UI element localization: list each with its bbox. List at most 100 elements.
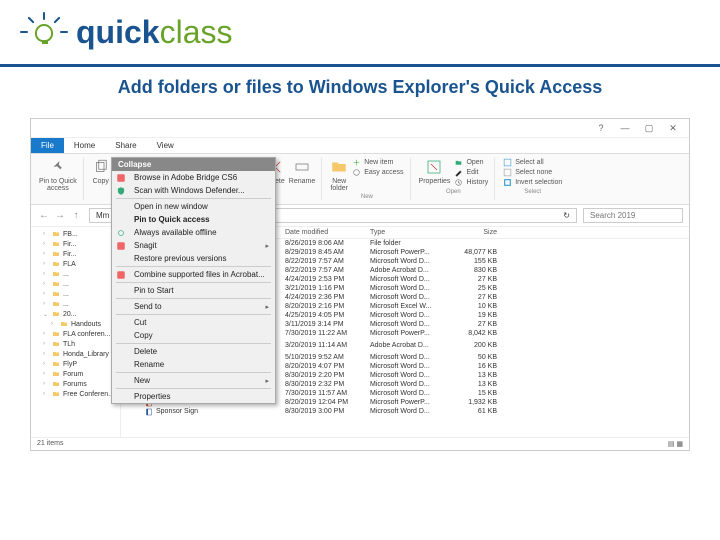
edit-button[interactable]: Edit	[454, 168, 488, 177]
tab-view[interactable]: View	[147, 138, 184, 153]
history-button[interactable]: History	[454, 178, 488, 187]
select-all-button[interactable]: Select all	[503, 158, 562, 167]
sidebar-item[interactable]: ›...	[31, 299, 120, 309]
context-menu-item[interactable]: Pin to Quick access	[112, 213, 275, 226]
sidebar-item-label: Forums	[63, 381, 87, 388]
ribbon-tabs: File Home Share View	[31, 138, 689, 154]
sidebar-item[interactable]: ⌄20...	[31, 309, 120, 319]
help-button[interactable]: ?	[589, 121, 613, 135]
context-menu-item[interactable]: Restore previous versions	[112, 252, 275, 265]
new-folder-button[interactable]: New folder	[330, 158, 348, 192]
context-menu-item[interactable]: Copy	[112, 329, 275, 342]
file-row[interactable]: Sponsor Sign8/30/2019 3:00 PMMicrosoft W…	[121, 407, 689, 416]
col-date-header[interactable]: Date modified	[281, 229, 366, 236]
context-menu-item[interactable]: Scan with Windows Defender...	[112, 184, 275, 197]
sidebar-item[interactable]: ›FLA	[31, 259, 120, 269]
submenu-arrow-icon: ▸	[265, 377, 269, 385]
context-menu-item[interactable]: Snagit▸	[112, 239, 275, 252]
sidebar-item[interactable]: ›...	[31, 289, 120, 299]
expand-icon: ›	[43, 231, 49, 237]
file-type: Microsoft PowerP...	[366, 249, 451, 256]
file-type: Adobe Acrobat D...	[366, 342, 451, 349]
context-menu: Collapse Browse in Adobe Bridge CS6Scan …	[111, 157, 276, 404]
select-none-button[interactable]: Select none	[503, 168, 562, 177]
sidebar-item[interactable]: ›...	[31, 269, 120, 279]
context-menu-item[interactable]: Cut	[112, 316, 275, 329]
group-open-label: Open	[446, 189, 461, 195]
expand-icon: ›	[43, 331, 49, 337]
expand-icon: ›	[43, 251, 49, 257]
maximize-button[interactable]: ▢	[637, 121, 661, 135]
expand-icon: ›	[43, 281, 49, 287]
context-menu-item[interactable]: Open in new window	[112, 200, 275, 213]
close-button[interactable]: ✕	[661, 121, 685, 135]
forward-button[interactable]: →	[53, 209, 67, 223]
sidebar-item[interactable]: ›Fir...	[31, 239, 120, 249]
file-size: 61 KB	[451, 408, 501, 415]
context-menu-header[interactable]: Collapse	[112, 158, 275, 171]
sidebar-item[interactable]: › Forums	[31, 379, 120, 389]
group-new-label: New	[361, 194, 373, 200]
rename-button[interactable]: Rename	[289, 158, 315, 185]
file-size: 8,042 KB	[451, 330, 501, 337]
sidebar-item-label: FLA	[63, 261, 76, 268]
file-type: Microsoft Word D...	[366, 381, 451, 388]
properties-button[interactable]: Properties	[419, 158, 451, 187]
file-date: 8/30/2019 2:32 PM	[281, 381, 366, 388]
pin-quick-access-button[interactable]: Pin to Quick access	[39, 158, 77, 192]
invert-selection-button[interactable]: Invert selection	[503, 178, 562, 187]
sync-icon	[116, 228, 126, 238]
sidebar-item[interactable]: ›FlyP	[31, 359, 120, 369]
sidebar-item[interactable]: ›Honda_Library	[31, 349, 120, 359]
back-button[interactable]: ←	[37, 209, 51, 223]
open-button[interactable]: Open	[454, 158, 488, 167]
sidebar-item[interactable]: ›Handouts	[31, 319, 120, 329]
expand-icon: ›	[43, 381, 49, 387]
acrobat-icon	[116, 270, 126, 280]
expand-icon: ›	[43, 241, 49, 247]
context-menu-label: Rename	[134, 360, 164, 369]
context-menu-item[interactable]: New▸	[112, 374, 275, 387]
context-menu-item[interactable]: Delete	[112, 345, 275, 358]
minimize-button[interactable]: —	[613, 121, 637, 135]
sidebar-item[interactable]: ›FB...	[31, 229, 120, 239]
tab-home[interactable]: Home	[64, 138, 105, 153]
sidebar-item[interactable]: ›Free Conferen...	[31, 389, 120, 399]
search-input[interactable]	[583, 208, 683, 223]
file-date: 8/20/2019 12:04 PM	[281, 399, 366, 406]
context-menu-item[interactable]: Properties	[112, 390, 275, 403]
sidebar-item-label: ...	[63, 301, 69, 308]
context-menu-item[interactable]: Pin to Start	[112, 284, 275, 297]
status-bar: 21 items ▤ ▦	[31, 437, 689, 450]
file-date: 8/26/2019 8:06 AM	[281, 240, 366, 247]
easy-access-button[interactable]: Easy access	[352, 168, 403, 177]
context-menu-item[interactable]: Rename	[112, 358, 275, 371]
file-date: 3/11/2019 3:14 PM	[281, 321, 366, 328]
sidebar-item[interactable]: ›...	[31, 279, 120, 289]
col-size-header[interactable]: Size	[451, 229, 501, 236]
slide-title: Add folders or files to Windows Explorer…	[0, 67, 720, 108]
file-date: 8/30/2019 2:20 PM	[281, 372, 366, 379]
expand-icon: ›	[43, 271, 49, 277]
tab-file[interactable]: File	[31, 138, 64, 153]
up-button[interactable]: ↑	[69, 209, 83, 223]
file-date: 3/20/2019 11:14 AM	[281, 342, 366, 349]
col-type-header[interactable]: Type	[366, 229, 451, 236]
file-type: Microsoft Word D...	[366, 258, 451, 265]
file-size: 25 KB	[451, 285, 501, 292]
context-menu-item[interactable]: Send to▸	[112, 300, 275, 313]
sidebar-item[interactable]: ›Forum	[31, 369, 120, 379]
tab-share[interactable]: Share	[105, 138, 146, 153]
refresh-icon[interactable]: ↻	[563, 211, 570, 220]
context-menu-label: Cut	[134, 318, 146, 327]
copy-button[interactable]: Copy	[92, 158, 110, 187]
view-toggle[interactable]: ▤ ▦	[668, 440, 683, 448]
sidebar-item[interactable]: ›TLh	[31, 339, 120, 349]
context-menu-item[interactable]: Always available offline	[112, 226, 275, 239]
sidebar-item[interactable]: ›Fir...	[31, 249, 120, 259]
new-item-button[interactable]: New item	[352, 158, 403, 167]
context-menu-item[interactable]: Browse in Adobe Bridge CS6	[112, 171, 275, 184]
expand-icon: ›	[43, 291, 49, 297]
sidebar-item[interactable]: ›FLA conferen...	[31, 329, 120, 339]
context-menu-item[interactable]: Combine supported files in Acrobat...	[112, 268, 275, 281]
